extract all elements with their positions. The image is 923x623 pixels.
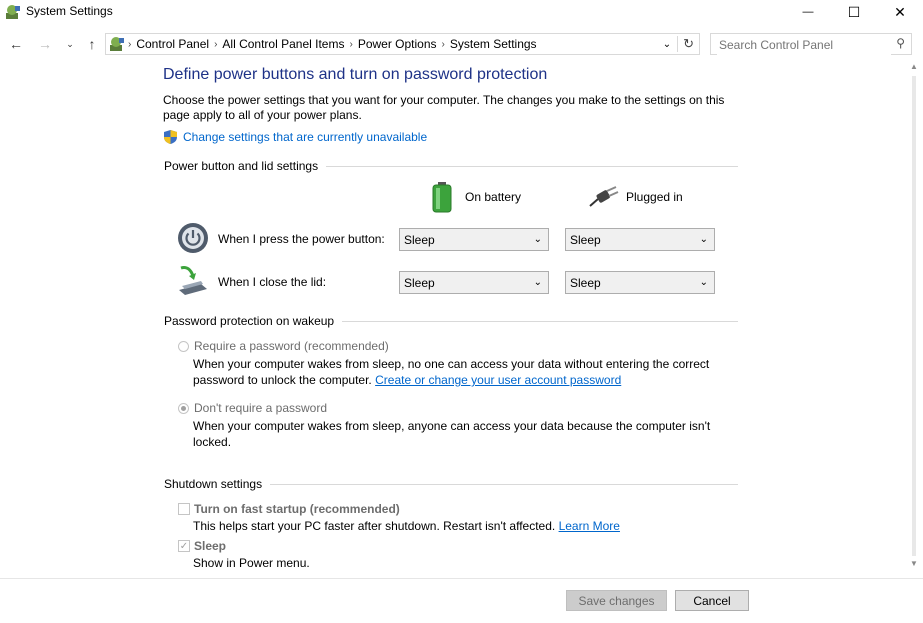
fast-startup-checkbox[interactable] [178, 503, 190, 515]
cancel-button[interactable]: Cancel [675, 590, 749, 611]
sleep-checkbox[interactable]: ✓ [178, 540, 190, 552]
refresh-icon[interactable]: ↻ [677, 36, 699, 52]
select-value: Sleep [404, 275, 435, 290]
chevron-down-icon: ⌄ [699, 234, 708, 245]
footer-divider [0, 578, 923, 579]
search-box[interactable]: ⚲ [710, 33, 912, 55]
power-button-row-label: When I press the power button: [218, 232, 385, 246]
sleep-label[interactable]: Sleep [194, 539, 226, 553]
title-bar: System Settings — ☐ ✕ [0, 0, 923, 30]
vertical-scrollbar[interactable]: ▲ ▼ [906, 62, 923, 572]
minimize-icon: — [802, 6, 814, 18]
require-password-radio[interactable] [178, 341, 189, 352]
back-button[interactable]: ← [7, 35, 25, 53]
lid-row-label: When I close the lid: [218, 275, 327, 289]
on-battery-label: On battery [465, 190, 522, 204]
scroll-up-icon[interactable]: ▲ [910, 62, 918, 71]
power-section-header: Power button and lid settings [164, 159, 738, 173]
close-icon: ✕ [894, 3, 906, 20]
chevron-down-icon: ⌄ [533, 277, 542, 288]
breadcrumb-system-settings[interactable]: System Settings [446, 37, 541, 51]
laptop-lid-icon [179, 266, 207, 295]
address-box[interactable]: › Control Panel › All Control Panel Item… [105, 33, 700, 55]
maximize-button[interactable]: ☐ [831, 0, 877, 24]
learn-more-link[interactable]: Learn More [559, 519, 620, 533]
no-password-radio[interactable] [178, 403, 189, 414]
page-description: Choose the power settings that you want … [163, 93, 725, 122]
no-password-label[interactable]: Don't require a password [194, 401, 327, 415]
sleep-description: Show in Power menu. [193, 556, 310, 570]
change-settings-link[interactable]: Change settings that are currently unava… [183, 130, 427, 144]
breadcrumb-control-panel[interactable]: Control Panel [132, 37, 213, 51]
search-input[interactable] [717, 35, 891, 55]
chevron-down-icon: ⌄ [66, 38, 74, 49]
breadcrumb-power-options[interactable]: Power Options [354, 37, 441, 51]
chevron-down-icon: ⌄ [699, 277, 708, 288]
no-password-description: When your computer wakes from sleep, any… [193, 419, 711, 449]
power-plug-icon [589, 186, 619, 207]
plugged-in-label: Plugged in [626, 190, 683, 204]
change-settings-link-row[interactable]: Change settings that are currently unava… [163, 129, 427, 145]
back-arrow-icon: ← [9, 36, 23, 52]
address-bar: ← → ⌄ ↑ › Control Panel › All Control Pa… [0, 30, 923, 58]
search-icon: ⚲ [896, 36, 905, 50]
password-section-title: Password protection on wakeup [164, 314, 335, 328]
power-section-title: Power button and lid settings [164, 159, 319, 173]
uac-shield-icon [164, 130, 177, 144]
lid-plugged-select[interactable]: Sleep ⌄ [565, 271, 715, 294]
maximize-icon: ☐ [847, 3, 861, 20]
forward-button[interactable]: → [36, 35, 54, 53]
fast-startup-text: This helps start your PC faster after sh… [193, 519, 556, 533]
require-password-description: When your computer wakes from sleep, no … [193, 356, 733, 388]
scroll-down-icon[interactable]: ▼ [910, 559, 918, 568]
minimize-button[interactable]: — [785, 0, 831, 24]
change-password-link[interactable]: Create or change your user account passw… [375, 373, 621, 387]
control-panel-icon [6, 5, 20, 19]
fast-startup-description: This helps start your PC faster after sh… [193, 519, 620, 533]
recent-locations-button[interactable]: ⌄ [61, 35, 79, 53]
battery-icon [432, 182, 452, 213]
section-divider [342, 320, 738, 322]
up-arrow-icon: ↑ [88, 36, 96, 52]
page-title: Define power buttons and turn on passwor… [163, 66, 548, 83]
control-panel-icon [110, 37, 124, 51]
breadcrumb-all-items[interactable]: All Control Panel Items [218, 37, 348, 51]
select-value: Sleep [404, 232, 435, 247]
require-password-label[interactable]: Require a password (recommended) [194, 339, 389, 353]
checkmark-icon: ✓ [179, 540, 189, 552]
radio-dot [181, 406, 186, 411]
password-section-header: Password protection on wakeup [164, 314, 738, 328]
save-changes-button[interactable]: Save changes [566, 590, 667, 611]
section-divider [326, 165, 738, 167]
scrollbar-thumb[interactable] [912, 76, 916, 556]
close-button[interactable]: ✕ [877, 0, 923, 24]
lid-battery-select[interactable]: Sleep ⌄ [399, 271, 549, 294]
shutdown-section-title: Shutdown settings [164, 477, 263, 491]
chevron-down-icon: ⌄ [533, 234, 542, 245]
section-divider [270, 483, 738, 485]
select-value: Sleep [570, 232, 601, 247]
power-button-battery-select[interactable]: Sleep ⌄ [399, 228, 549, 251]
address-dropdown-icon[interactable]: ⌄ [657, 39, 677, 50]
window-title: System Settings [26, 4, 113, 18]
select-value: Sleep [570, 275, 601, 290]
fast-startup-label[interactable]: Turn on fast startup (recommended) [194, 502, 400, 516]
shutdown-section-header: Shutdown settings [164, 477, 738, 491]
power-button-icon [178, 223, 208, 253]
power-button-plugged-select[interactable]: Sleep ⌄ [565, 228, 715, 251]
up-button[interactable]: ↑ [83, 35, 101, 53]
forward-arrow-icon: → [38, 36, 52, 52]
